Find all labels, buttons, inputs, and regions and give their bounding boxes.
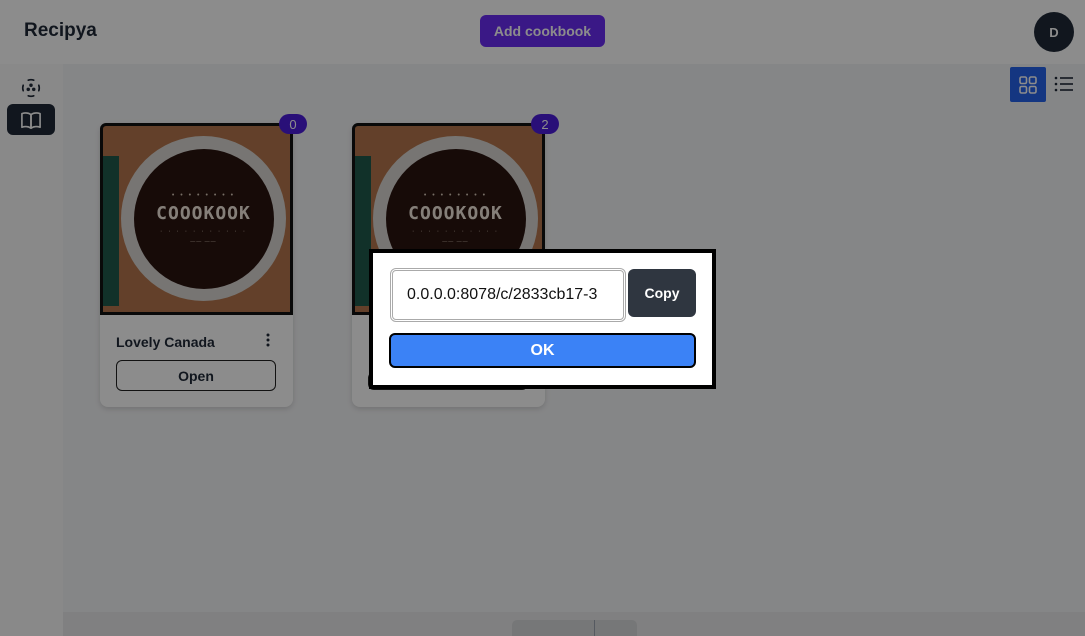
share-link-dialog: Copy OK bbox=[369, 249, 716, 389]
share-url-input[interactable] bbox=[390, 268, 626, 322]
ok-button[interactable]: OK bbox=[389, 333, 696, 368]
copy-button[interactable]: Copy bbox=[628, 269, 696, 317]
